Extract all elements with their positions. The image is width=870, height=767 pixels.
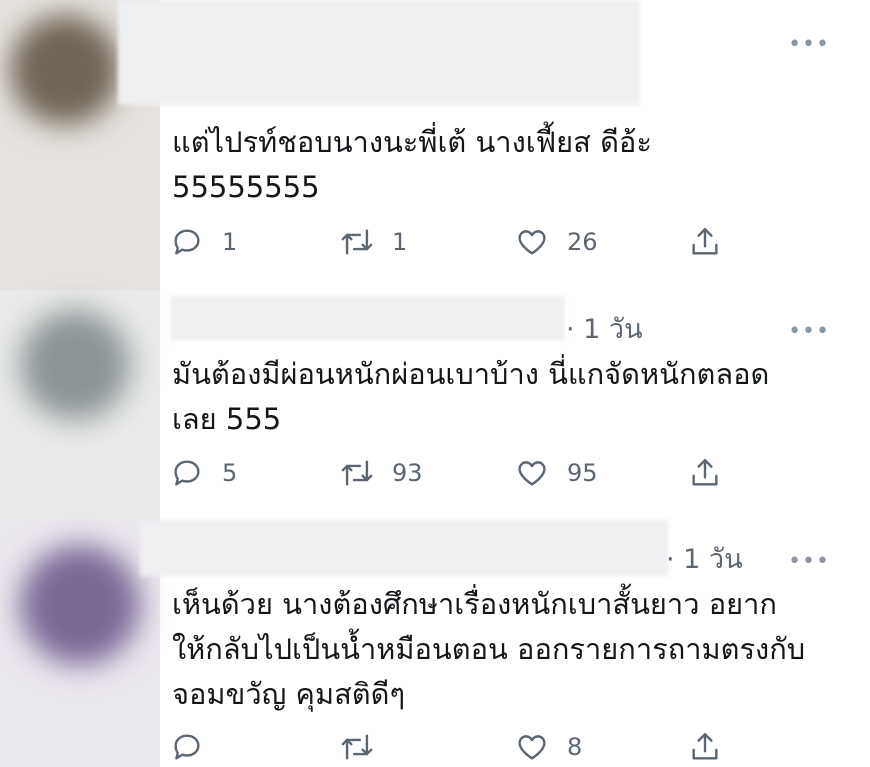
reply-icon (174, 460, 200, 486)
author-name-blurred[interactable] (118, 0, 640, 105)
heart-icon (518, 735, 546, 760)
author-name-blurred[interactable] (170, 296, 565, 340)
heart-icon (518, 230, 546, 255)
share-button[interactable] (688, 727, 722, 767)
reply-icon (174, 734, 200, 760)
more-options-icon[interactable]: ••• (788, 321, 830, 343)
reply-count: 1 (222, 228, 238, 256)
author-name-blurred[interactable] (140, 520, 668, 576)
tweet-text: แต่ไปรท์ชอบนางนะพี่เต้ นางเฟี้ยส ดีอ้ะ 5… (172, 125, 652, 204)
share-icon (692, 459, 718, 486)
share-button[interactable] (688, 222, 722, 262)
like-count: 95 (567, 459, 598, 487)
share-icon (692, 228, 718, 255)
retweet-button[interactable]: 93 (340, 453, 423, 493)
retweet-count: 93 (392, 459, 423, 487)
reply-count: 5 (222, 459, 238, 487)
retweet-icon (341, 229, 373, 255)
reply-icon (174, 229, 200, 255)
like-button[interactable]: 95 (515, 453, 598, 493)
tweet-text: มันต้องมีผ่อนหนักผ่อนเบาบ้าง นี่แกจัดหนั… (172, 357, 770, 436)
reply-tweet-3: · 1 วัน ••• เห็นด้วย นางต้องศึกษาเรื่องห… (0, 520, 870, 767)
like-button[interactable]: 26 (515, 222, 598, 262)
reply-tweet-2: · 1 วัน ••• มันต้องมีผ่อนหนักผ่อนเบาบ้าง… (0, 290, 870, 520)
retweet-button[interactable] (340, 727, 392, 767)
tweet-timestamp[interactable]: · 1 วัน (666, 537, 743, 580)
share-icon (692, 733, 718, 760)
share-button[interactable] (688, 453, 722, 493)
tweet-actions: 1 1 26 (170, 222, 750, 262)
retweet-icon (341, 734, 373, 760)
tweet-text: เห็นด้วย นางต้องศึกษาเรื่องหนักเบาสั้นยา… (172, 587, 806, 711)
like-count: 26 (567, 228, 598, 256)
reply-button[interactable]: 1 (170, 222, 237, 262)
like-count: 8 (567, 733, 583, 761)
more-options-icon[interactable]: ••• (788, 34, 830, 56)
heart-icon (518, 461, 546, 486)
like-button[interactable]: 8 (515, 727, 582, 767)
reply-button[interactable] (170, 727, 222, 767)
retweet-count: 1 (392, 228, 408, 256)
retweet-icon (341, 460, 373, 486)
retweet-button[interactable]: 1 (340, 222, 407, 262)
reply-button[interactable]: 5 (170, 453, 237, 493)
tweet-actions: 5 93 95 (170, 453, 750, 493)
tweet-actions: 8 (170, 727, 750, 767)
more-options-icon[interactable]: ••• (788, 551, 830, 573)
tweet-timestamp[interactable]: · 1 วัน (566, 307, 643, 350)
reply-tweet-1: ••• แต่ไปรท์ชอบนางนะพี่เต้ นางเฟี้ยส ดีอ… (0, 0, 870, 290)
